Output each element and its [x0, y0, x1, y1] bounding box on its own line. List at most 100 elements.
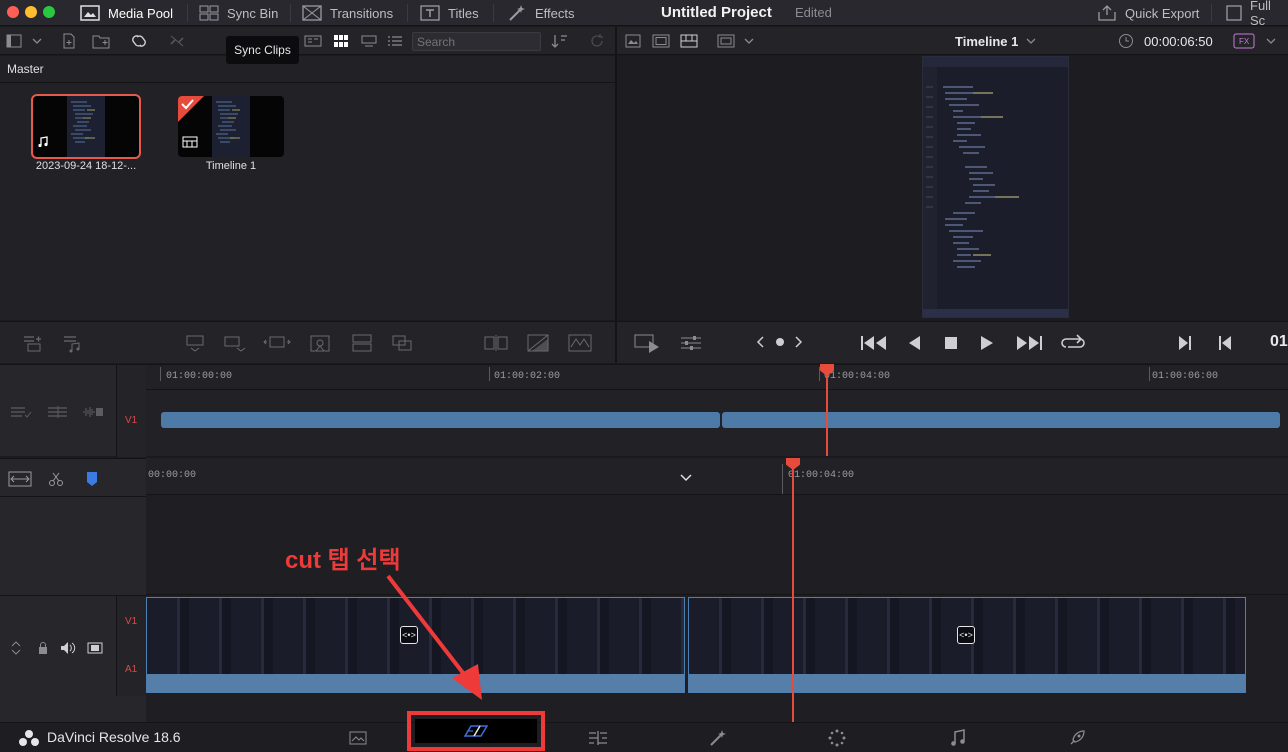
chevron-down-icon[interactable] — [680, 474, 692, 482]
fast-forward-icon[interactable] — [1015, 334, 1043, 352]
rewind-icon[interactable] — [860, 334, 888, 352]
playhead[interactable] — [792, 462, 794, 722]
fairlight-page-icon[interactable] — [950, 729, 966, 747]
go-to-end-icon[interactable] — [1177, 334, 1193, 352]
image-icon[interactable] — [624, 33, 642, 49]
layout-icon[interactable] — [680, 33, 698, 49]
titles-button[interactable]: Titles — [420, 0, 479, 26]
stop-icon[interactable] — [943, 334, 959, 352]
track-label-v1: V1 — [125, 616, 138, 627]
fx-bypass-icon[interactable]: FX — [1233, 33, 1255, 49]
append-icon[interactable] — [223, 332, 247, 354]
sort-icon[interactable] — [550, 33, 568, 49]
viewer-mode-icon[interactable] — [717, 33, 735, 49]
ruler-label: 01:00:06:00 — [1152, 371, 1219, 382]
sync-bin-button[interactable]: Sync Bin — [199, 0, 278, 26]
lock-icon[interactable] — [37, 641, 49, 655]
new-bin-icon[interactable] — [92, 33, 110, 49]
fit-timeline-icon[interactable] — [8, 471, 32, 487]
track-height-icon[interactable] — [47, 405, 69, 419]
search-input[interactable] — [412, 32, 541, 51]
audio-mixer-icon[interactable] — [679, 332, 703, 354]
unlink-icon[interactable] — [168, 33, 186, 49]
media-pool-button[interactable]: Media Pool — [80, 0, 173, 26]
thumbnail-view-icon[interactable] — [332, 33, 350, 49]
import-media-icon[interactable] — [60, 33, 78, 49]
sync-bin-icon — [199, 5, 219, 21]
sync-clips-tooltip: Sync Clips — [226, 36, 299, 64]
marker-icon[interactable] — [86, 471, 98, 487]
scissors-icon[interactable] — [48, 471, 64, 487]
smooth-cut-icon[interactable] — [567, 332, 593, 354]
source-overwrite-icon[interactable] — [390, 332, 414, 354]
ripple-overwrite-icon[interactable] — [263, 332, 291, 354]
play-icon[interactable] — [979, 334, 995, 352]
viewer-preview-frame[interactable] — [922, 56, 1069, 318]
list-add-icon[interactable] — [22, 332, 44, 354]
audio-waveform — [689, 674, 1245, 692]
playhead[interactable] — [826, 366, 828, 456]
film-strip-icon[interactable] — [87, 641, 103, 655]
reverse-play-icon[interactable] — [906, 334, 922, 352]
chevron-down-icon[interactable] — [1022, 33, 1040, 49]
timeline-clip[interactable] — [688, 597, 1246, 693]
deliver-page-icon[interactable] — [1068, 729, 1086, 747]
ruler-label: 01:00:04:00 — [824, 371, 891, 382]
fusion-page-icon[interactable] — [708, 729, 728, 747]
maximize-window-button[interactable] — [43, 6, 55, 18]
place-on-top-icon[interactable] — [350, 332, 374, 354]
sidebar-toggle-icon[interactable] — [5, 33, 23, 49]
timeline-clip[interactable] — [722, 412, 1280, 428]
color-page-icon[interactable] — [828, 729, 846, 747]
next-clip-icon[interactable] — [793, 334, 805, 350]
media-clip[interactable] — [31, 94, 141, 159]
play-video-icon[interactable] — [633, 332, 661, 354]
timecode-clock-icon[interactable] — [1117, 33, 1135, 49]
audio-list-icon[interactable] — [62, 332, 84, 354]
chevron-down-icon[interactable] — [1262, 33, 1280, 49]
track-options-icon[interactable] — [10, 405, 32, 419]
full-screen-button[interactable]: Full Sc — [1226, 0, 1288, 28]
transitions-label: Transitions — [330, 5, 394, 21]
ruler-label: 01:00:04:00 — [788, 470, 855, 481]
close-window-button[interactable] — [7, 6, 19, 18]
chevron-down-icon[interactable] — [740, 33, 758, 49]
refresh-icon[interactable] — [588, 33, 606, 49]
lower-timeline-ruler[interactable]: 00:00:00 01:00:04:00 — [146, 458, 1288, 495]
effects-button[interactable]: Effects — [507, 0, 575, 26]
loop-icon[interactable] — [1060, 332, 1086, 354]
speaker-icon[interactable] — [60, 641, 76, 655]
sync-clips-icon[interactable] — [130, 33, 148, 49]
timeline-clip[interactable] — [161, 412, 720, 428]
quick-export-button[interactable]: Quick Export — [1097, 0, 1199, 26]
media-page-icon[interactable] — [349, 731, 367, 745]
viewer-timeline-name[interactable]: Timeline 1 — [955, 34, 1018, 49]
titles-icon — [420, 5, 440, 21]
playhead-dot-icon[interactable] — [774, 334, 786, 350]
chevron-down-icon[interactable] — [28, 33, 46, 49]
divider — [493, 4, 494, 22]
cut-clip-icon[interactable] — [483, 332, 509, 354]
safe-area-icon[interactable] — [652, 33, 670, 49]
upper-timeline-header: V1 — [0, 364, 146, 457]
bin-name[interactable]: Master — [7, 62, 44, 76]
list-view-icon[interactable] — [386, 33, 404, 49]
media-pool-icon — [80, 5, 100, 21]
transition-marker-icon[interactable]: <•> — [957, 626, 975, 644]
dissolve-icon[interactable] — [526, 332, 550, 354]
media-clip[interactable] — [178, 96, 284, 157]
track-resize-icon[interactable] — [10, 641, 22, 655]
close-up-icon[interactable] — [308, 330, 332, 356]
strip-view-icon[interactable] — [360, 33, 378, 49]
edit-page-icon[interactable] — [588, 730, 608, 746]
waveform-icon[interactable] — [82, 405, 104, 419]
transitions-button[interactable]: Transitions — [302, 0, 393, 26]
export-icon — [1097, 4, 1117, 22]
previous-clip-icon[interactable] — [754, 334, 766, 350]
metadata-view-icon[interactable] — [304, 33, 322, 49]
go-to-start-icon[interactable] — [1217, 334, 1233, 352]
upper-timeline[interactable]: 01:00:00:00 01:00:02:00 01:00:04:00 01:0… — [146, 364, 1288, 456]
minimize-window-button[interactable] — [25, 6, 37, 18]
smart-insert-icon[interactable] — [183, 332, 207, 354]
effects-label: Effects — [535, 5, 575, 21]
